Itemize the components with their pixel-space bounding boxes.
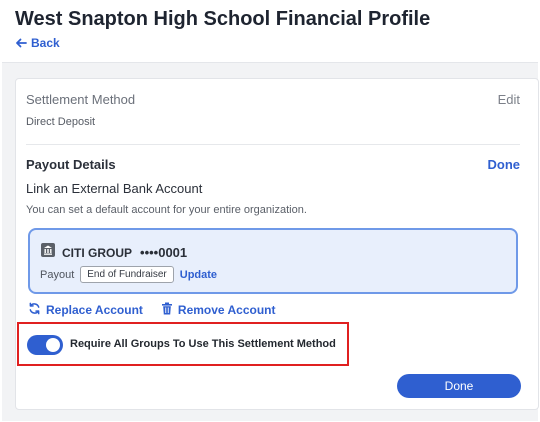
payout-label: Payout (40, 268, 75, 281)
bank-icon (40, 242, 56, 263)
toggle-knob (46, 338, 60, 352)
link-bank-subtitle: You can set a default account for your e… (26, 204, 307, 216)
page-title: West Snapton High School Financial Profi… (15, 8, 431, 30)
link-bank-title: Link an External Bank Account (26, 181, 203, 196)
require-groups-label: Require All Groups To Use This Settlemen… (70, 338, 336, 350)
payout-done-link[interactable]: Done (488, 157, 521, 172)
update-payout-link[interactable]: Update (180, 269, 217, 281)
remove-account-label: Remove Account (177, 303, 276, 317)
back-link[interactable]: Back (15, 36, 60, 50)
remove-account-button[interactable]: Remove Account (161, 302, 276, 318)
done-button[interactable]: Done (397, 374, 521, 398)
settlement-method-value: Direct Deposit (26, 116, 96, 128)
section-divider (26, 144, 520, 145)
arrow-left-icon (15, 37, 27, 49)
account-number: ••••0001 (140, 245, 188, 260)
account-actions: Replace Account Remove Account (28, 302, 276, 318)
bank-account-card[interactable]: CITI GROUP ••••0001 Payout End of Fundra… (28, 228, 518, 294)
replace-account-button[interactable]: Replace Account (28, 302, 143, 318)
bank-name: CITI GROUP (62, 245, 133, 260)
require-groups-toggle[interactable] (27, 335, 63, 355)
payout-details-title: Payout Details (26, 157, 116, 172)
edit-settlement-link[interactable]: Edit (498, 92, 520, 107)
replace-account-label: Replace Account (46, 303, 143, 317)
trash-icon (161, 302, 173, 318)
back-label: Back (31, 36, 60, 50)
payout-schedule-chip: End of Fundraiser (80, 266, 174, 283)
settlement-method-label: Settlement Method (26, 92, 136, 107)
refresh-icon (28, 302, 41, 318)
